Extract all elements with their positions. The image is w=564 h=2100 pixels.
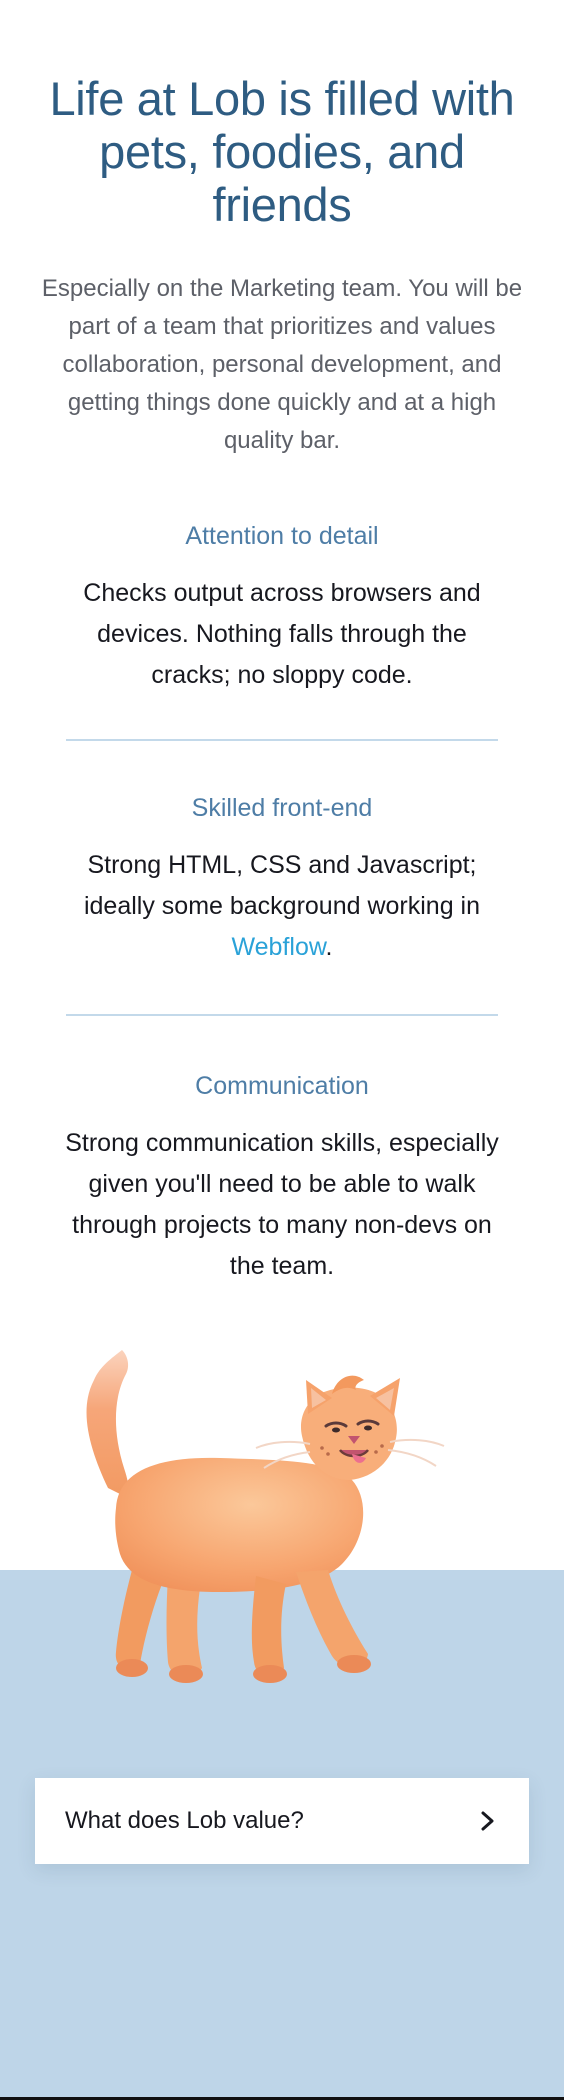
quality-description: Strong communication skills, especially …: [65, 1129, 499, 1280]
webflow-link[interactable]: Webflow: [232, 933, 326, 961]
intro-paragraph: Especially on the Marketing team. You wi…: [41, 275, 523, 454]
quality-description-text: Strong HTML, CSS and Javascript; ideally…: [83, 851, 481, 920]
quality-heading: Skilled front-end: [191, 794, 373, 822]
section-divider: [66, 739, 498, 741]
value-card-label: What does Lob value?: [65, 1807, 304, 1834]
quality-attention-to-detail: Attention to detail Checks output across…: [60, 521, 504, 696]
page-title: Life at Lob is filled with pets, foodies…: [49, 72, 515, 231]
quality-communication: Communication Strong communication skill…: [60, 1071, 504, 1287]
quality-heading: Attention to detail: [185, 522, 379, 550]
section-divider: [66, 1014, 498, 1016]
chevron-right-icon: [481, 1811, 494, 1831]
quality-description-end: .: [325, 933, 333, 961]
quality-skilled-front-end: Skilled front-end Strong HTML, CSS and J…: [60, 793, 504, 968]
quality-description: Strong HTML, CSS and Javascript; ideally…: [60, 845, 504, 968]
quality-description: Checks output across browsers and device…: [83, 579, 481, 689]
quality-heading: Communication: [195, 1072, 369, 1100]
cat-illustration: [86, 1350, 445, 1683]
lob-value-card[interactable]: What does Lob value?: [35, 1778, 529, 1864]
